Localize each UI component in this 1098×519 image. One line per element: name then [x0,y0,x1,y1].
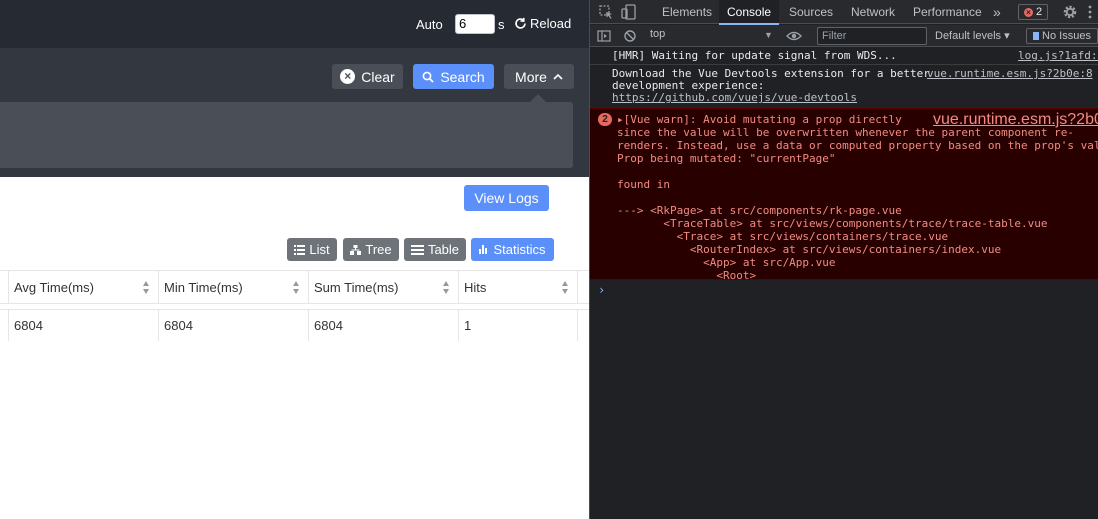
search-button[interactable]: Search [413,64,494,89]
source-link[interactable]: vue.runtime.esm.js?2b0e:8 [927,68,1093,80]
issues-icon [1033,32,1040,40]
auto-label: Auto [416,17,443,32]
table-cell-sum-time: 6804 [308,310,458,341]
column-header-label: Sum Time(ms) [314,279,399,295]
context-selector[interactable]: top [650,28,770,44]
list-icon [294,244,306,255]
source-link[interactable]: log.js?1afd:24 [1018,47,1098,65]
table-row[interactable]: 6804 6804 6804 1 [0,309,589,341]
reload-button[interactable]: Reload [514,16,571,31]
column-header-avg-time[interactable]: Avg Time(ms) [8,271,158,303]
auto-unit: s [498,17,505,32]
sort-icon[interactable] [143,281,150,294]
sort-icon[interactable] [562,281,569,294]
top-bar: Auto 6 s Reload [0,0,589,48]
gear-icon[interactable] [1062,4,1078,20]
clear-label: Clear [361,68,395,85]
console-output: [HMR] Waiting for update signal from WDS… [590,47,1098,300]
console-prompt[interactable]: › [590,280,1098,300]
column-header-label: Hits [464,279,487,295]
column-header-hits[interactable]: Hits [458,271,578,303]
table-cell-avg-time: 6804 [8,310,158,341]
sort-icon[interactable] [443,281,450,294]
clear-button[interactable]: × Clear [332,64,403,89]
screen: Auto 6 s Reload × Clear Search More View… [0,0,1098,519]
view-statistics-button[interactable]: Statistics [471,238,554,261]
console-filter-input[interactable]: Filter [817,27,927,45]
table-icon [410,244,424,255]
message-text[interactable]: ▸[Vue warn]: Avoid mutating a prop direc… [617,113,1098,282]
tab-sources[interactable]: Sources [789,0,833,24]
auto-interval-input[interactable]: 6 [455,14,495,34]
more-panel-caret [530,94,546,102]
tab-elements[interactable]: Elements [662,0,712,24]
more-filter-panel [0,102,573,168]
table-cell-min-time: 6804 [158,310,308,341]
chevron-down-icon: ▼ [764,30,773,40]
more-button[interactable]: More [504,64,574,89]
console-message-vue-devtools: Download the Vue Devtools extension for … [590,65,1098,108]
view-tree-label: Tree [365,242,392,257]
column-header-sum-time[interactable]: Sum Time(ms) [308,271,458,303]
view-table-button[interactable]: Table [404,238,466,261]
view-table-label: Table [427,242,460,257]
bar-chart-icon [479,245,488,254]
search-icon [422,71,434,83]
tab-performance[interactable]: Performance [913,0,982,24]
more-tabs-icon[interactable]: » [993,0,1001,24]
clear-console-icon[interactable] [622,28,638,44]
log-levels-dropdown[interactable]: Default levels ▾ [935,29,1010,42]
tab-network[interactable]: Network [851,0,895,24]
sidebar-toggle-icon[interactable] [596,28,612,44]
message-text: [HMR] Waiting for update signal from WDS… [612,49,897,62]
devtools-panel: Elements Console Sources Network Perform… [589,0,1098,519]
kebab-menu-icon[interactable] [1082,4,1098,20]
tab-console[interactable]: Console [719,0,780,25]
table-header: Avg Time(ms) Min Time(ms) Sum Time(ms) H… [0,270,589,304]
view-list-label: List [309,242,330,257]
refresh-icon [515,17,526,29]
tree-icon [350,244,362,255]
source-link[interactable]: vue.runtime.esm.js?2b0e:619 [933,112,1098,128]
error-count-badge[interactable]: × 2 [1018,4,1048,20]
sort-icon[interactable] [293,281,300,294]
view-statistics-label: Statistics [493,242,546,257]
search-label: Search [440,68,485,85]
more-label: More [515,68,547,85]
column-header-min-time[interactable]: Min Time(ms) [158,271,308,303]
eye-icon[interactable] [786,28,802,44]
device-toolbar-icon[interactable] [621,4,637,20]
issues-button[interactable]: No Issues [1026,28,1098,44]
column-header-label: Avg Time(ms) [14,279,94,295]
reload-label: Reload [530,16,572,31]
error-icon: × [1023,7,1033,17]
view-logs-button[interactable]: View Logs [464,185,549,211]
console-message-hmr: [HMR] Waiting for update signal from WDS… [590,47,1098,65]
console-toolbar: top ▼ Filter Default levels ▾ No Issues [590,25,1098,47]
issues-label: No Issues [1042,30,1091,42]
console-message-vue-warn: 2 vue.runtime.esm.js?2b0e:619 ▸[Vue warn… [590,108,1098,282]
chevron-up-icon [553,73,563,80]
devtools-tab-bar: Elements Console Sources Network Perform… [590,0,1098,25]
context-value: top [650,28,666,40]
error-count: 2 [1035,6,1043,18]
view-tree-button[interactable]: Tree [343,238,399,261]
inspect-element-icon[interactable] [598,4,614,20]
vue-devtools-link[interactable]: https://github.com/vuejs/vue-devtools [612,92,1098,104]
column-header-label: Min Time(ms) [164,279,243,295]
close-circle-icon: × [340,69,356,84]
table-cell-hits: 1 [458,310,578,341]
warning-count-badge: 2 [598,113,612,126]
view-list-button[interactable]: List [287,238,337,261]
app-panel: Auto 6 s Reload × Clear Search More View… [0,0,589,519]
